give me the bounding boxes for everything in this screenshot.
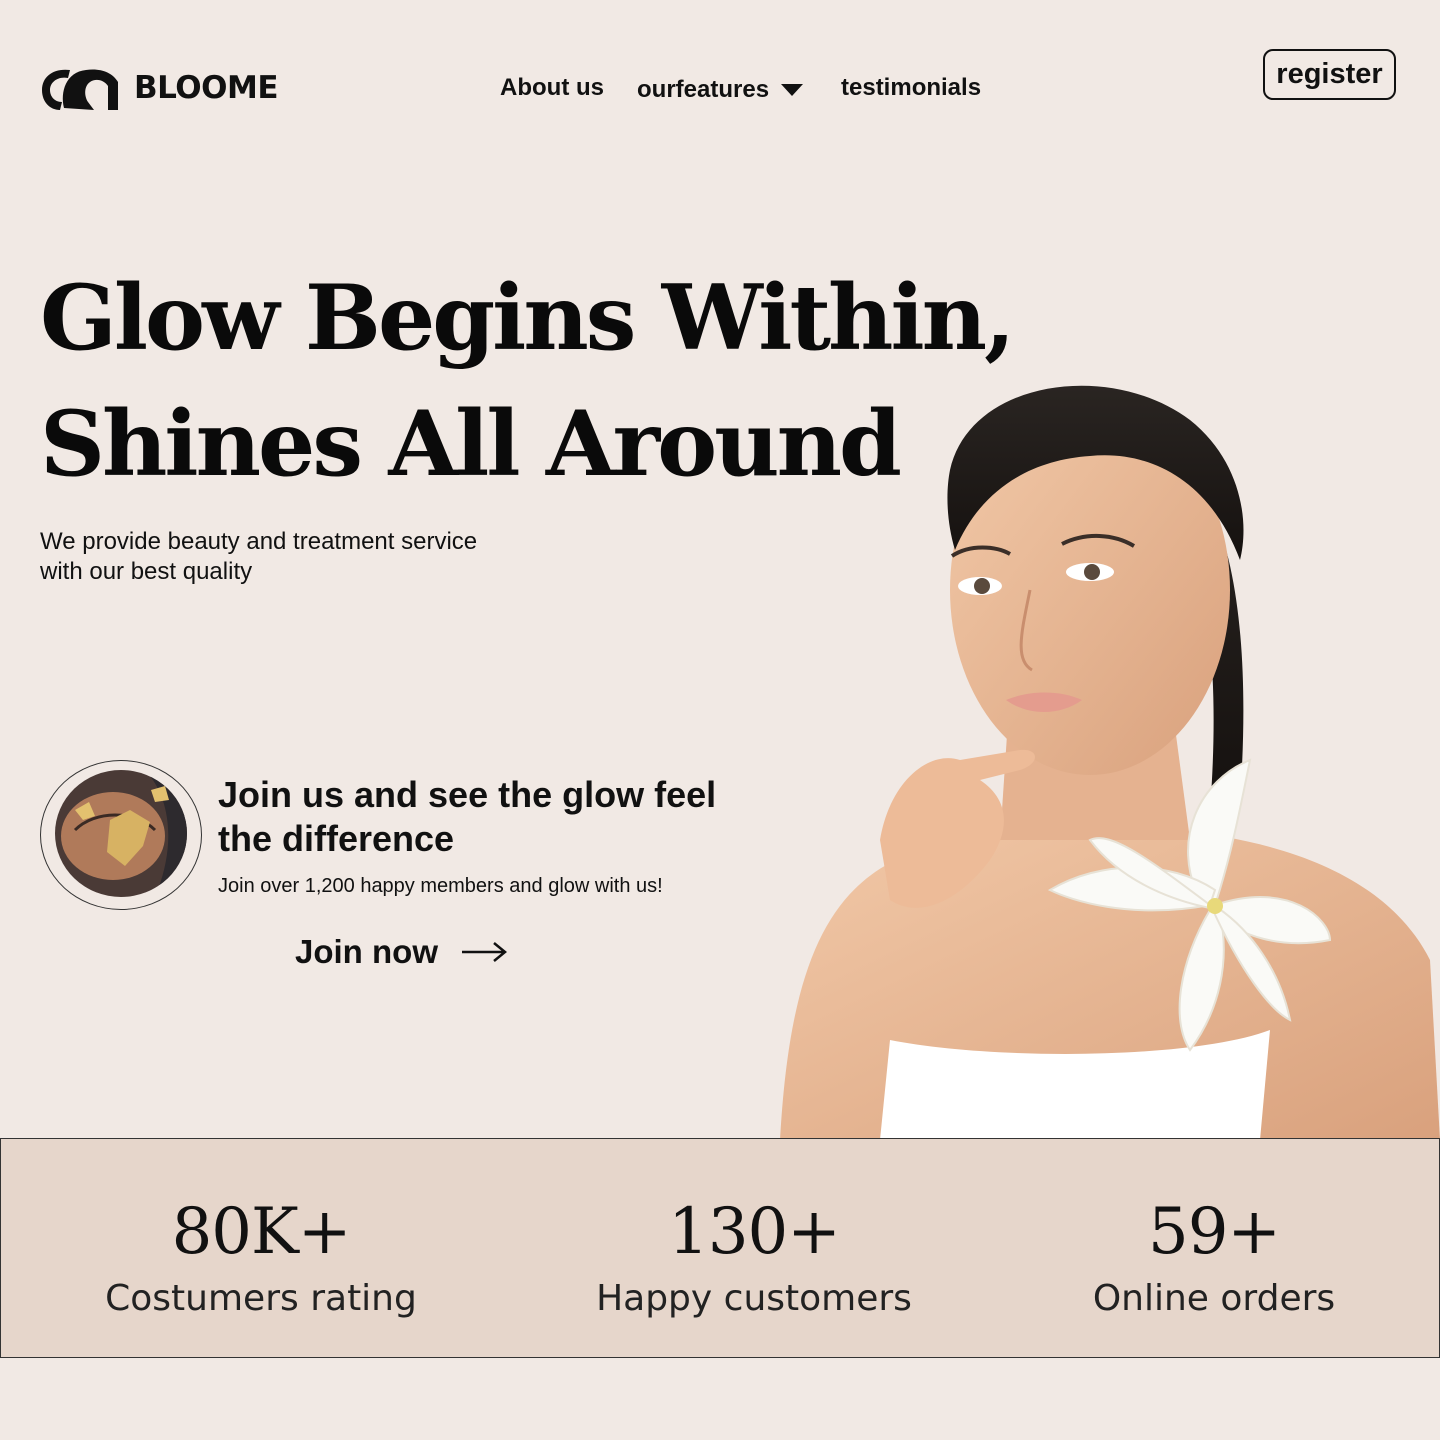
arrow-right-icon [462,942,507,962]
stat-value: 59+ [1147,1195,1281,1269]
join-subtitle: Join over 1,200 happy members and glow w… [218,875,663,897]
join-title: Join us and see the glow feel the differ… [218,774,717,859]
avatar-gold-mask-image [55,770,187,897]
nav-our-features[interactable]: ourfeatures [637,76,804,104]
register-button[interactable]: register [1263,49,1396,100]
join-now-link[interactable]: Join now [295,933,508,971]
chevron-down-icon [781,84,804,96]
nav-about-us[interactable]: About us [500,74,604,102]
stat-value: 80K+ [171,1195,352,1269]
stat-label: Happy customers [596,1278,912,1319]
nav-testimonials[interactable]: testimonials [841,74,981,102]
stat-customer-rating: 80K+ Costumers rating [51,1139,471,1321]
main-nav: About us ourfeatures testimonials [0,72,1440,108]
woman-with-lily-image [780,385,1440,1140]
hero-subtitle-line-2: with our best quality [40,558,253,585]
nav-our-features-label: ourfeatures [637,76,770,103]
hero-subtitle: We provide beauty and treatment service … [40,527,560,587]
hero-title-line-1: Glow Begins Within, [40,265,1015,371]
join-now-label: Join now [295,933,438,970]
stat-online-orders: 59+ Online orders [1004,1139,1424,1321]
stat-value: 130+ [668,1195,841,1269]
stat-label: Costumers rating [105,1278,417,1319]
stat-label: Online orders [1092,1278,1336,1319]
hero-subtitle-line-1: We provide beauty and treatment service [40,528,478,555]
stats-band: 80K+ Costumers rating 130+ Happy custome… [0,1138,1440,1358]
stat-happy-customers: 130+ Happy customers [544,1139,964,1321]
